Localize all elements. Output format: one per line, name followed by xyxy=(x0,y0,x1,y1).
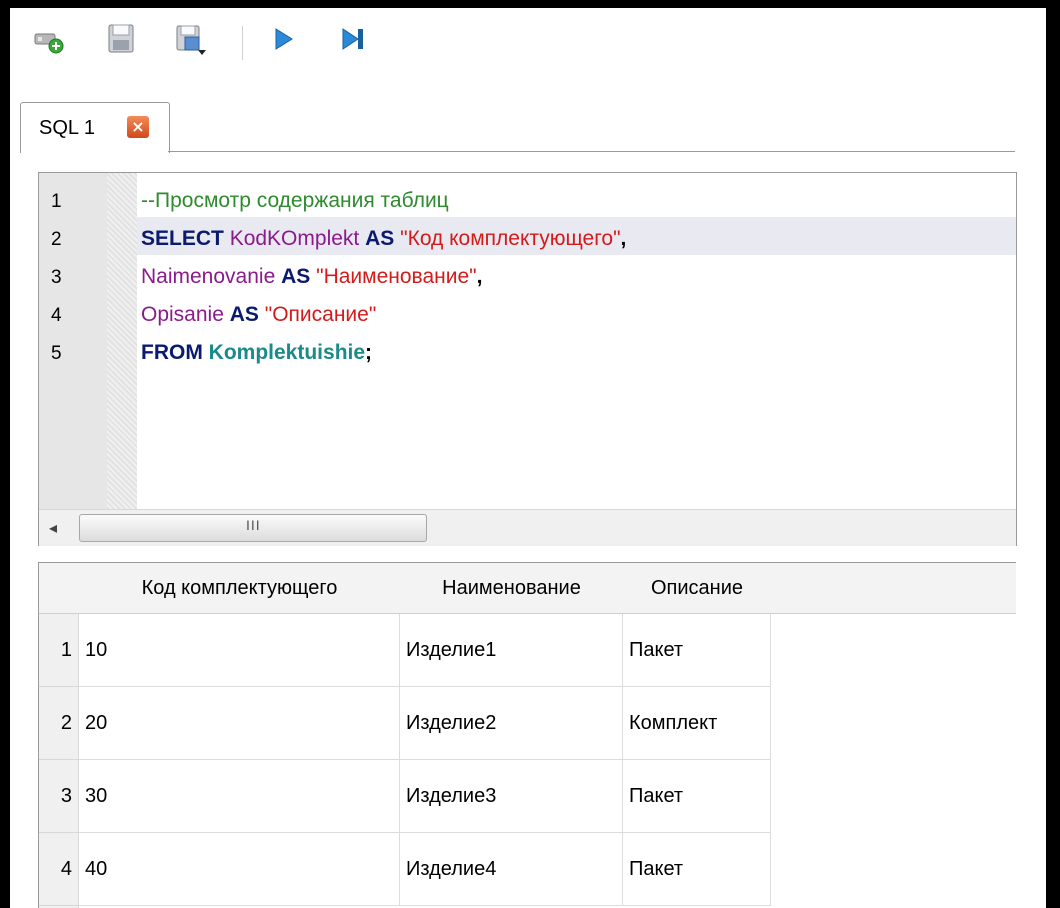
table-cell[interactable]: Изделие1 xyxy=(400,614,623,687)
scrollbar-thumb[interactable]: III xyxy=(79,514,427,542)
code-token: "Наименование" xyxy=(316,265,477,288)
column-header[interactable]: Описание xyxy=(623,563,772,614)
table-cell[interactable]: 20 xyxy=(79,687,400,760)
code-token: SELECT xyxy=(141,227,224,250)
tab-strip: SQL 1 × xyxy=(10,96,1015,153)
corner-header xyxy=(39,563,80,614)
table-cell[interactable]: Изделие4 xyxy=(400,833,623,906)
table-cell[interactable]: 10 xyxy=(79,614,400,687)
table-cell[interactable]: 40 xyxy=(79,833,400,906)
save-icon[interactable] xyxy=(104,22,138,56)
column-header[interactable]: Наименование xyxy=(400,563,624,614)
toolbar xyxy=(10,8,1046,82)
line-number: 4 xyxy=(51,305,62,326)
row-number[interactable]: 3 xyxy=(39,760,79,833)
table-cell[interactable]: 30 xyxy=(79,760,400,833)
table-cell[interactable]: Пакет xyxy=(623,614,771,687)
code-token: "Код комплектующего" xyxy=(400,227,621,250)
code-line: SELECT KodKOmplekt AS "Код комплектующег… xyxy=(141,227,626,251)
empty-header xyxy=(771,563,1016,614)
code-line: --Просмотр содержания таблиц xyxy=(141,189,449,213)
new-connection-icon[interactable] xyxy=(32,22,66,56)
code-token: AS xyxy=(281,265,311,288)
execute-icon[interactable] xyxy=(266,22,300,56)
code-token: , xyxy=(620,227,627,250)
code-token: Opisanie xyxy=(141,303,224,326)
line-number: 1 xyxy=(51,191,62,212)
results-grid: Код комплектующего Наименование Описание… xyxy=(38,562,1016,908)
sql-editor-window: SQL 1 × 1 2 3 4 5 --Просмотр содержания … xyxy=(10,8,1046,908)
table-cell[interactable]: Пакет xyxy=(623,760,771,833)
tab-label: SQL 1 xyxy=(39,117,95,139)
code-line: Naimenovanie AS "Наименование", xyxy=(141,265,482,289)
line-number: 2 xyxy=(51,229,62,250)
sql-editor[interactable]: 1 2 3 4 5 --Просмотр содержания таблиц S… xyxy=(38,172,1017,546)
code-line: Opisanie AS "Описание" xyxy=(141,303,376,327)
scroll-left-icon[interactable]: ◂ xyxy=(49,518,57,537)
save-as-icon[interactable] xyxy=(174,22,208,56)
code-token: Naimenovanie xyxy=(141,265,276,288)
horizontal-scrollbar[interactable]: ◂ III xyxy=(39,509,1016,546)
code-token: ; xyxy=(365,341,373,364)
line-number: 5 xyxy=(51,343,62,364)
table-cell[interactable]: Изделие3 xyxy=(400,760,623,833)
line-number-gutter: 1 2 3 4 5 xyxy=(39,173,107,509)
table-cell[interactable]: Пакет xyxy=(623,833,771,906)
column-header[interactable]: Код комплектующего xyxy=(79,563,401,614)
code-token: "Описание" xyxy=(264,303,377,326)
code-token: KodKOmplekt xyxy=(229,227,360,250)
toolbar-separator xyxy=(242,26,243,60)
code-token: , xyxy=(476,265,483,288)
code-token: AS xyxy=(229,303,259,326)
scrollbar-grip: III xyxy=(246,517,261,533)
table-cell[interactable]: Изделие2 xyxy=(400,687,623,760)
code-token: --Просмотр содержания таблиц xyxy=(141,189,449,212)
tab-sql-1[interactable]: SQL 1 × xyxy=(20,102,170,153)
code-line: FROM Komplektuishie; xyxy=(141,341,372,365)
row-number[interactable]: 1 xyxy=(39,614,79,687)
fold-margin xyxy=(107,173,137,509)
code-token: AS xyxy=(365,227,395,250)
code-token: FROM xyxy=(141,341,203,364)
row-number[interactable]: 2 xyxy=(39,687,79,760)
tab-strip-border xyxy=(168,151,1015,152)
close-icon[interactable]: × xyxy=(127,116,149,138)
code-token: Komplektuishie xyxy=(208,341,366,364)
row-number[interactable]: 4 xyxy=(39,833,79,906)
execute-step-icon[interactable] xyxy=(336,22,370,56)
line-number: 3 xyxy=(51,267,62,288)
table-cell[interactable]: Комплект xyxy=(623,687,771,760)
